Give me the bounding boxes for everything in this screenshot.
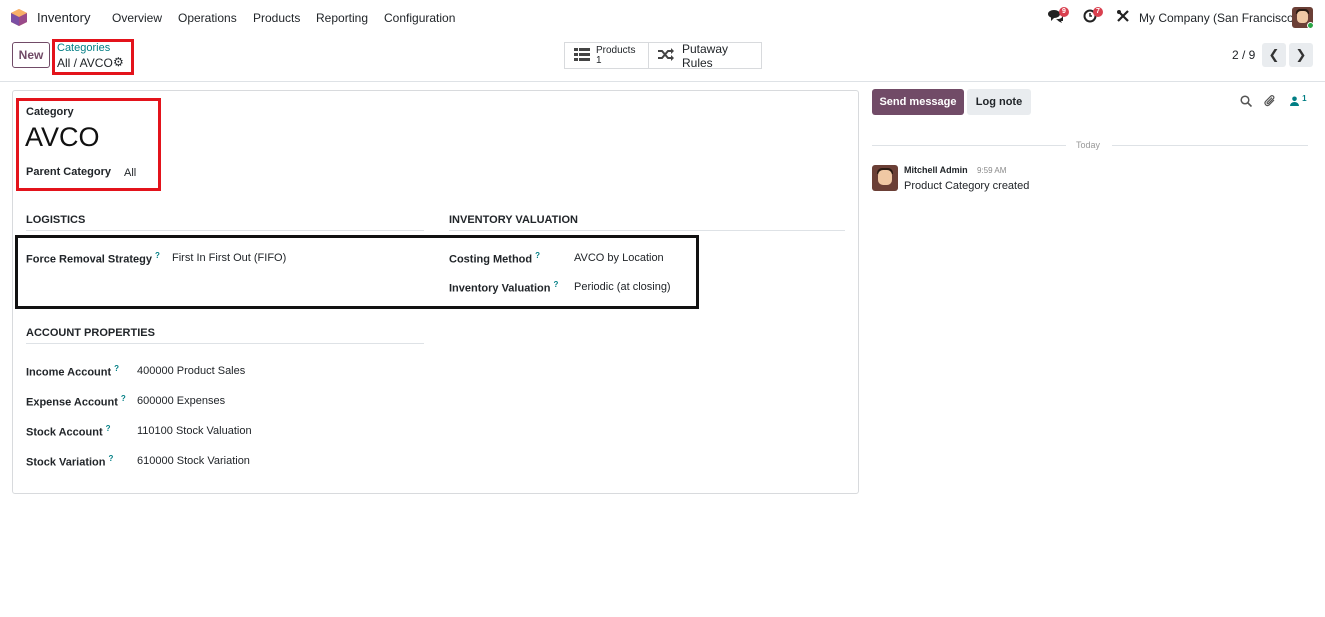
control-panel: New Categories All / AVCO ⚙ Products 1 P…	[0, 34, 1325, 82]
pager-next-button[interactable]: ❯	[1289, 43, 1313, 67]
search-icon[interactable]	[1240, 95, 1253, 110]
app-name[interactable]: Inventory	[37, 10, 90, 25]
help-tooltip-icon[interactable]: ?	[121, 394, 126, 403]
putaway-rules-label: Putaway Rules	[682, 41, 729, 70]
expense-account-label-text: Expense Account	[26, 396, 118, 409]
stock-account-field[interactable]: 110100 Stock Valuation	[137, 425, 252, 437]
breadcrumb-categories-link[interactable]: Categories	[57, 42, 110, 54]
stock-account-label: Stock Account?	[26, 424, 111, 439]
message-author-avatar[interactable]	[872, 165, 898, 191]
valuation-divider	[449, 230, 845, 231]
pager-previous-button[interactable]: ❮	[1262, 43, 1286, 67]
menu-operations[interactable]: Operations	[178, 11, 237, 25]
inventory-valuation-section-title: INVENTORY VALUATION	[449, 214, 578, 226]
accounts-divider	[26, 343, 424, 344]
messages-badge: 9	[1059, 7, 1069, 17]
list-icon	[574, 47, 590, 64]
income-account-field[interactable]: 400000 Product Sales	[137, 365, 245, 377]
followers-button[interactable]: 1	[1290, 94, 1307, 109]
shuffle-icon	[658, 47, 674, 64]
income-account-label-text: Income Account	[26, 366, 112, 379]
expense-account-field[interactable]: 600000 Expenses	[137, 395, 225, 407]
message-author[interactable]: Mitchell Admin	[904, 165, 968, 175]
log-note-button[interactable]: Log note	[967, 89, 1031, 115]
top-navbar: Inventory Overview Operations Products R…	[0, 0, 1325, 34]
message-time: 9:59 AM	[977, 166, 1007, 175]
inventory-app-icon[interactable]	[11, 9, 27, 26]
menu-overview[interactable]: Overview	[112, 11, 162, 25]
menu-products[interactable]: Products	[253, 11, 300, 25]
products-count: 1	[596, 54, 602, 66]
putaway-rules-smart-button[interactable]: Putaway Rules	[648, 41, 762, 70]
company-switcher[interactable]: My Company (San Francisco)	[1139, 11, 1298, 25]
products-smart-button[interactable]: Products 1	[564, 42, 649, 69]
stock-variation-label-text: Stock Variation	[26, 456, 106, 469]
user-icon	[1290, 96, 1302, 109]
parent-category-field[interactable]: All	[124, 167, 136, 179]
new-button[interactable]: New	[12, 42, 50, 68]
paperclip-icon[interactable]	[1264, 95, 1277, 111]
stock-variation-label: Stock Variation?	[26, 454, 113, 469]
account-properties-section-title: ACCOUNT PROPERTIES	[26, 327, 155, 339]
stock-account-label-text: Stock Account	[26, 426, 103, 439]
activities-badge: 7	[1093, 7, 1103, 17]
category-label: Category	[26, 106, 74, 118]
help-tooltip-icon[interactable]: ?	[114, 364, 119, 373]
chevron-right-icon: ❯	[1295, 47, 1307, 62]
menu-reporting[interactable]: Reporting	[316, 11, 368, 25]
income-account-label: Income Account?	[26, 364, 119, 379]
breadcrumb-current: All / AVCO	[57, 56, 113, 70]
help-tooltip-icon[interactable]: ?	[106, 424, 111, 433]
products-smart-label: Products 1	[596, 44, 636, 66]
followers-count: 1	[1302, 94, 1307, 103]
message-body: Product Category created	[904, 180, 1030, 192]
help-tooltip-icon[interactable]: ?	[108, 454, 113, 463]
expense-account-label: Expense Account?	[26, 394, 126, 409]
logistics-section-title: LOGISTICS	[26, 214, 86, 226]
user-avatar[interactable]	[1292, 7, 1313, 28]
fields-highlight-box	[15, 235, 699, 309]
send-message-button[interactable]: Send message	[872, 89, 964, 115]
pager-value[interactable]: 2 / 9	[1232, 48, 1255, 62]
category-name-field[interactable]: AVCO	[25, 122, 100, 153]
date-separator: Today	[1076, 140, 1101, 150]
date-separator-line-left	[872, 145, 1066, 146]
date-separator-line-right	[1112, 145, 1308, 146]
gear-icon[interactable]: ⚙	[113, 55, 124, 69]
menu-configuration[interactable]: Configuration	[384, 11, 455, 25]
debug-tools-icon[interactable]	[1116, 9, 1130, 26]
chevron-left-icon: ❮	[1268, 47, 1280, 62]
stock-variation-field[interactable]: 610000 Stock Variation	[137, 455, 250, 467]
parent-category-label: Parent Category	[26, 166, 111, 178]
logistics-divider	[26, 230, 424, 231]
products-label: Products	[596, 44, 636, 56]
online-status-dot	[1307, 22, 1313, 28]
